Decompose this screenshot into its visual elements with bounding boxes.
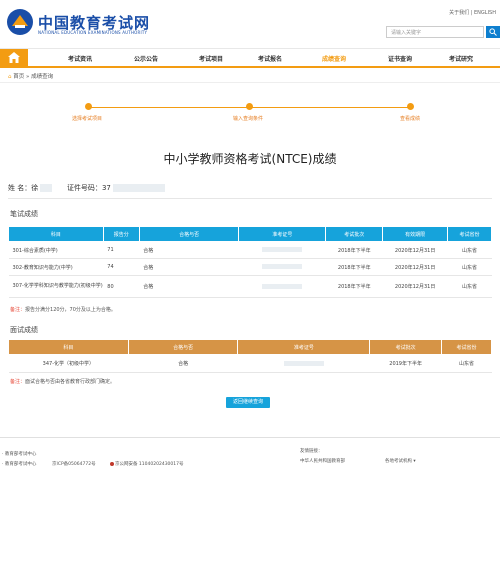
cell-valid: 2020年12月31日 <box>382 258 448 276</box>
written-note: 备注：报告分满分120分，70分及以上为合格。 <box>10 306 116 313</box>
cell-province: 山东省 <box>447 241 492 259</box>
home-button[interactable] <box>0 49 28 67</box>
footer-org-2[interactable]: · 教育部考试中心 <box>2 461 36 467</box>
cell-batch: 2018年下半年 <box>325 241 383 259</box>
nav-item-scores[interactable]: 成绩查询 <box>322 54 346 63</box>
step-dot-3 <box>407 103 414 110</box>
table-row: 307-化学学科知识与教学能力(初级中学) 80 合格 2018年下半年 202… <box>8 275 492 298</box>
note-label: 备注： <box>10 379 26 385</box>
cell-province: 山东省 <box>447 275 492 298</box>
col-pass: 合格与否 <box>138 226 240 242</box>
col-province: 考试省份 <box>441 339 492 355</box>
search-button[interactable] <box>486 26 500 38</box>
note-text: 报告分满分120分，70分及以上为合格。 <box>25 307 116 313</box>
col-ticket: 准考证号 <box>237 339 371 355</box>
back-query-button[interactable]: 返回继续查询 <box>226 397 270 408</box>
step-dot-2 <box>246 103 253 110</box>
col-subject: 科目 <box>8 339 129 355</box>
cell-batch: 2018年下半年 <box>325 275 383 298</box>
cell-subject: 347-化学（初级中学） <box>8 354 129 373</box>
cell-valid: 2020年12月31日 <box>382 241 448 259</box>
cell-score: 80 <box>103 275 140 298</box>
site-name-en: NATIONAL EDUCATION EXAMINATIONS AUTHORIT… <box>38 30 148 35</box>
main-nav: 考试资讯 公示公告 考试项目 考试报名 成绩查询 证书查询 考试研究 <box>0 48 500 68</box>
home-icon <box>8 52 20 63</box>
divider <box>8 198 492 199</box>
top-links[interactable]: 关于我们 | ENGLISH <box>449 9 496 16</box>
table-row: 347-化学（初级中学） 合格 2019年下半年 山东省 <box>8 354 492 373</box>
step-label-1: 选择考试项目 <box>72 116 103 122</box>
cell-subject: 307-化学学科知识与教学能力(初级中学) <box>8 275 104 298</box>
cell-ticket <box>237 354 370 373</box>
cell-ticket <box>238 241 326 259</box>
cell-subject: 301-综合素质(中学) <box>8 241 104 259</box>
id-blur <box>113 184 166 192</box>
table-row: 302-教育知识与能力(中学) 74 合格 2018年下半年 2020年12月3… <box>8 258 492 276</box>
cell-valid: 2020年12月31日 <box>382 275 448 298</box>
nav-item-research[interactable]: 考试研究 <box>449 54 473 63</box>
nav-item-certificates[interactable]: 证书查询 <box>388 54 412 63</box>
cell-ticket <box>238 258 326 276</box>
breadcrumb: ⌂ 首页 » 成绩查询 <box>8 72 53 80</box>
cell-score: 71 <box>103 241 140 259</box>
police-badge-icon <box>110 461 114 466</box>
logo-icon[interactable] <box>6 8 34 36</box>
footer-icp[interactable]: 京ICP备05064772号 <box>52 461 96 467</box>
search-icon <box>489 28 497 36</box>
table-row: 301-综合素质(中学) 71 合格 2018年下半年 2020年12月31日 … <box>8 241 492 259</box>
name-value: 徐 <box>31 184 39 192</box>
col-valid: 有效期限 <box>382 226 449 242</box>
cell-batch: 2019年下半年 <box>369 354 442 373</box>
footer-org-1[interactable]: · 教育部考试中心 <box>2 451 36 457</box>
id-label: 证件号码： <box>66 184 102 192</box>
col-ticket: 准考证号 <box>238 226 327 242</box>
col-score: 报告分 <box>102 226 140 242</box>
cell-pass: 合格 <box>139 275 239 298</box>
col-batch: 考试批次 <box>325 226 384 242</box>
id-value: 37 <box>101 184 111 192</box>
nav-item-exams[interactable]: 考试项目 <box>199 54 223 63</box>
cell-pass: 合格 <box>139 258 239 276</box>
cell-province: 山东省 <box>447 258 492 276</box>
friend-link-moe[interactable]: 中华人民共和国教育部 <box>300 458 345 464</box>
person-info: 姓 名：徐 证件号码：37 <box>8 183 166 193</box>
police-text: 京公网安备 11040202430017号 <box>115 462 184 467</box>
friend-links-label: 友情链接： <box>300 449 323 454</box>
site-header: 中国教育考试网 NATIONAL EDUCATION EXAMINATIONS … <box>0 0 500 48</box>
cell-province: 山东省 <box>441 354 492 373</box>
interview-note: 备注：面试合格与否由各省教育行政部门确定。 <box>10 378 115 385</box>
col-pass: 合格与否 <box>127 339 239 355</box>
page-title: 中小学教师资格考试(NTCE)成绩 <box>163 152 337 166</box>
friend-link-dropdown[interactable]: 各地考试机构 ▾ <box>385 458 416 464</box>
cell-ticket <box>238 275 326 298</box>
note-text: 面试合格与否由各省教育行政部门确定。 <box>25 379 116 385</box>
divider <box>0 437 500 438</box>
col-batch: 考试批次 <box>369 339 443 355</box>
cell-pass: 合格 <box>139 241 239 259</box>
step-label-2: 输入查询条件 <box>233 116 264 122</box>
name-label: 姓 名： <box>8 184 32 192</box>
written-title: 笔试成绩 <box>10 210 38 218</box>
col-subject: 科目 <box>8 226 104 242</box>
step-label-3: 查看成绩 <box>400 116 421 122</box>
cell-pass: 合格 <box>128 354 238 373</box>
written-table: 科目 报告分 合格与否 准考证号 考试批次 有效期限 考试省份 301-综合素质… <box>8 226 492 298</box>
cell-subject: 302-教育知识与能力(中学) <box>8 258 104 276</box>
footer-police[interactable]: 京公网安备 11040202430017号 <box>110 461 184 467</box>
step-dot-1 <box>85 103 92 110</box>
interview-table: 科目 合格与否 准考证号 考试批次 考试省份 347-化学（初级中学） 合格 2… <box>8 339 492 373</box>
name-blur <box>40 184 53 192</box>
cell-batch: 2018年下半年 <box>325 258 383 276</box>
nav-item-notices[interactable]: 公示公告 <box>134 54 158 63</box>
cell-score: 74 <box>103 258 140 276</box>
home-small-icon: ⌂ <box>8 74 12 80</box>
search-input[interactable]: 请输入关键字 <box>386 26 484 38</box>
col-province: 考试省份 <box>447 226 492 242</box>
nav-item-news[interactable]: 考试资讯 <box>68 54 92 63</box>
breadcrumb-text[interactable]: 首页 » 成绩查询 <box>13 74 53 80</box>
divider <box>0 82 500 83</box>
note-label: 备注： <box>10 307 26 313</box>
nav-item-registration[interactable]: 考试报名 <box>258 54 282 63</box>
interview-title: 面试成绩 <box>10 326 38 334</box>
